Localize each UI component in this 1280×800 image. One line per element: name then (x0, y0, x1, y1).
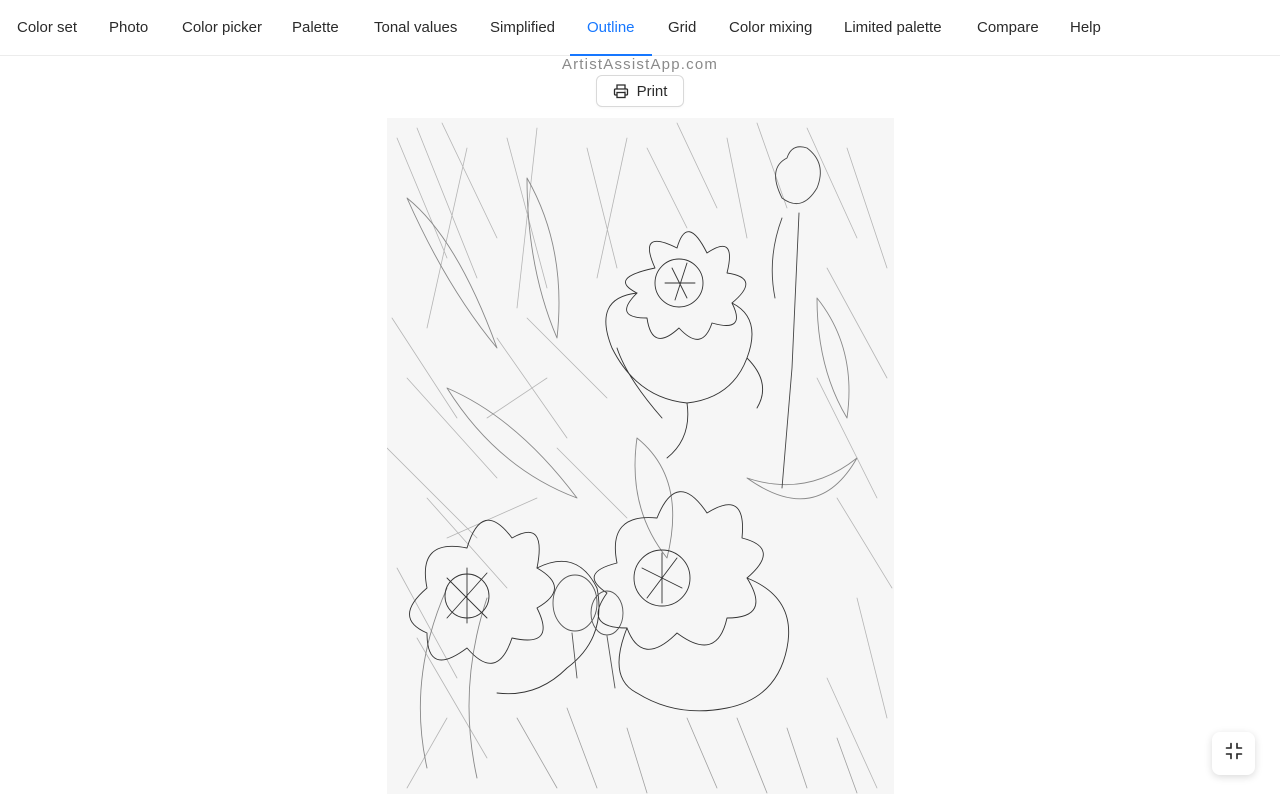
print-button-label: Print (636, 82, 668, 100)
tab-photo[interactable]: Photo (109, 0, 148, 56)
tab-grid[interactable]: Grid (668, 0, 696, 56)
outline-sketch-image (387, 118, 894, 794)
tab-color-mixing[interactable]: Color mixing (729, 0, 812, 56)
tab-palette[interactable]: Palette (292, 0, 339, 56)
tab-color-picker[interactable]: Color picker (182, 0, 262, 56)
tab-tonal-values[interactable]: Tonal values (374, 0, 457, 56)
exit-fullscreen-icon (1225, 742, 1243, 765)
tab-limited-palette[interactable]: Limited palette (844, 0, 942, 56)
tab-compare[interactable]: Compare (977, 0, 1039, 56)
tab-help[interactable]: Help (1070, 0, 1101, 56)
tab-color-set[interactable]: Color set (17, 0, 77, 56)
tab-bar: Color set Photo Color picker Palette Ton… (0, 0, 1280, 56)
watermark: ArtistAssistApp.com (561, 56, 719, 73)
tab-outline[interactable]: Outline (587, 0, 635, 56)
print-button[interactable]: Print (596, 75, 684, 107)
exit-fullscreen-button[interactable] (1212, 732, 1255, 775)
tab-simplified[interactable]: Simplified (490, 0, 555, 56)
printer-icon (613, 83, 629, 99)
